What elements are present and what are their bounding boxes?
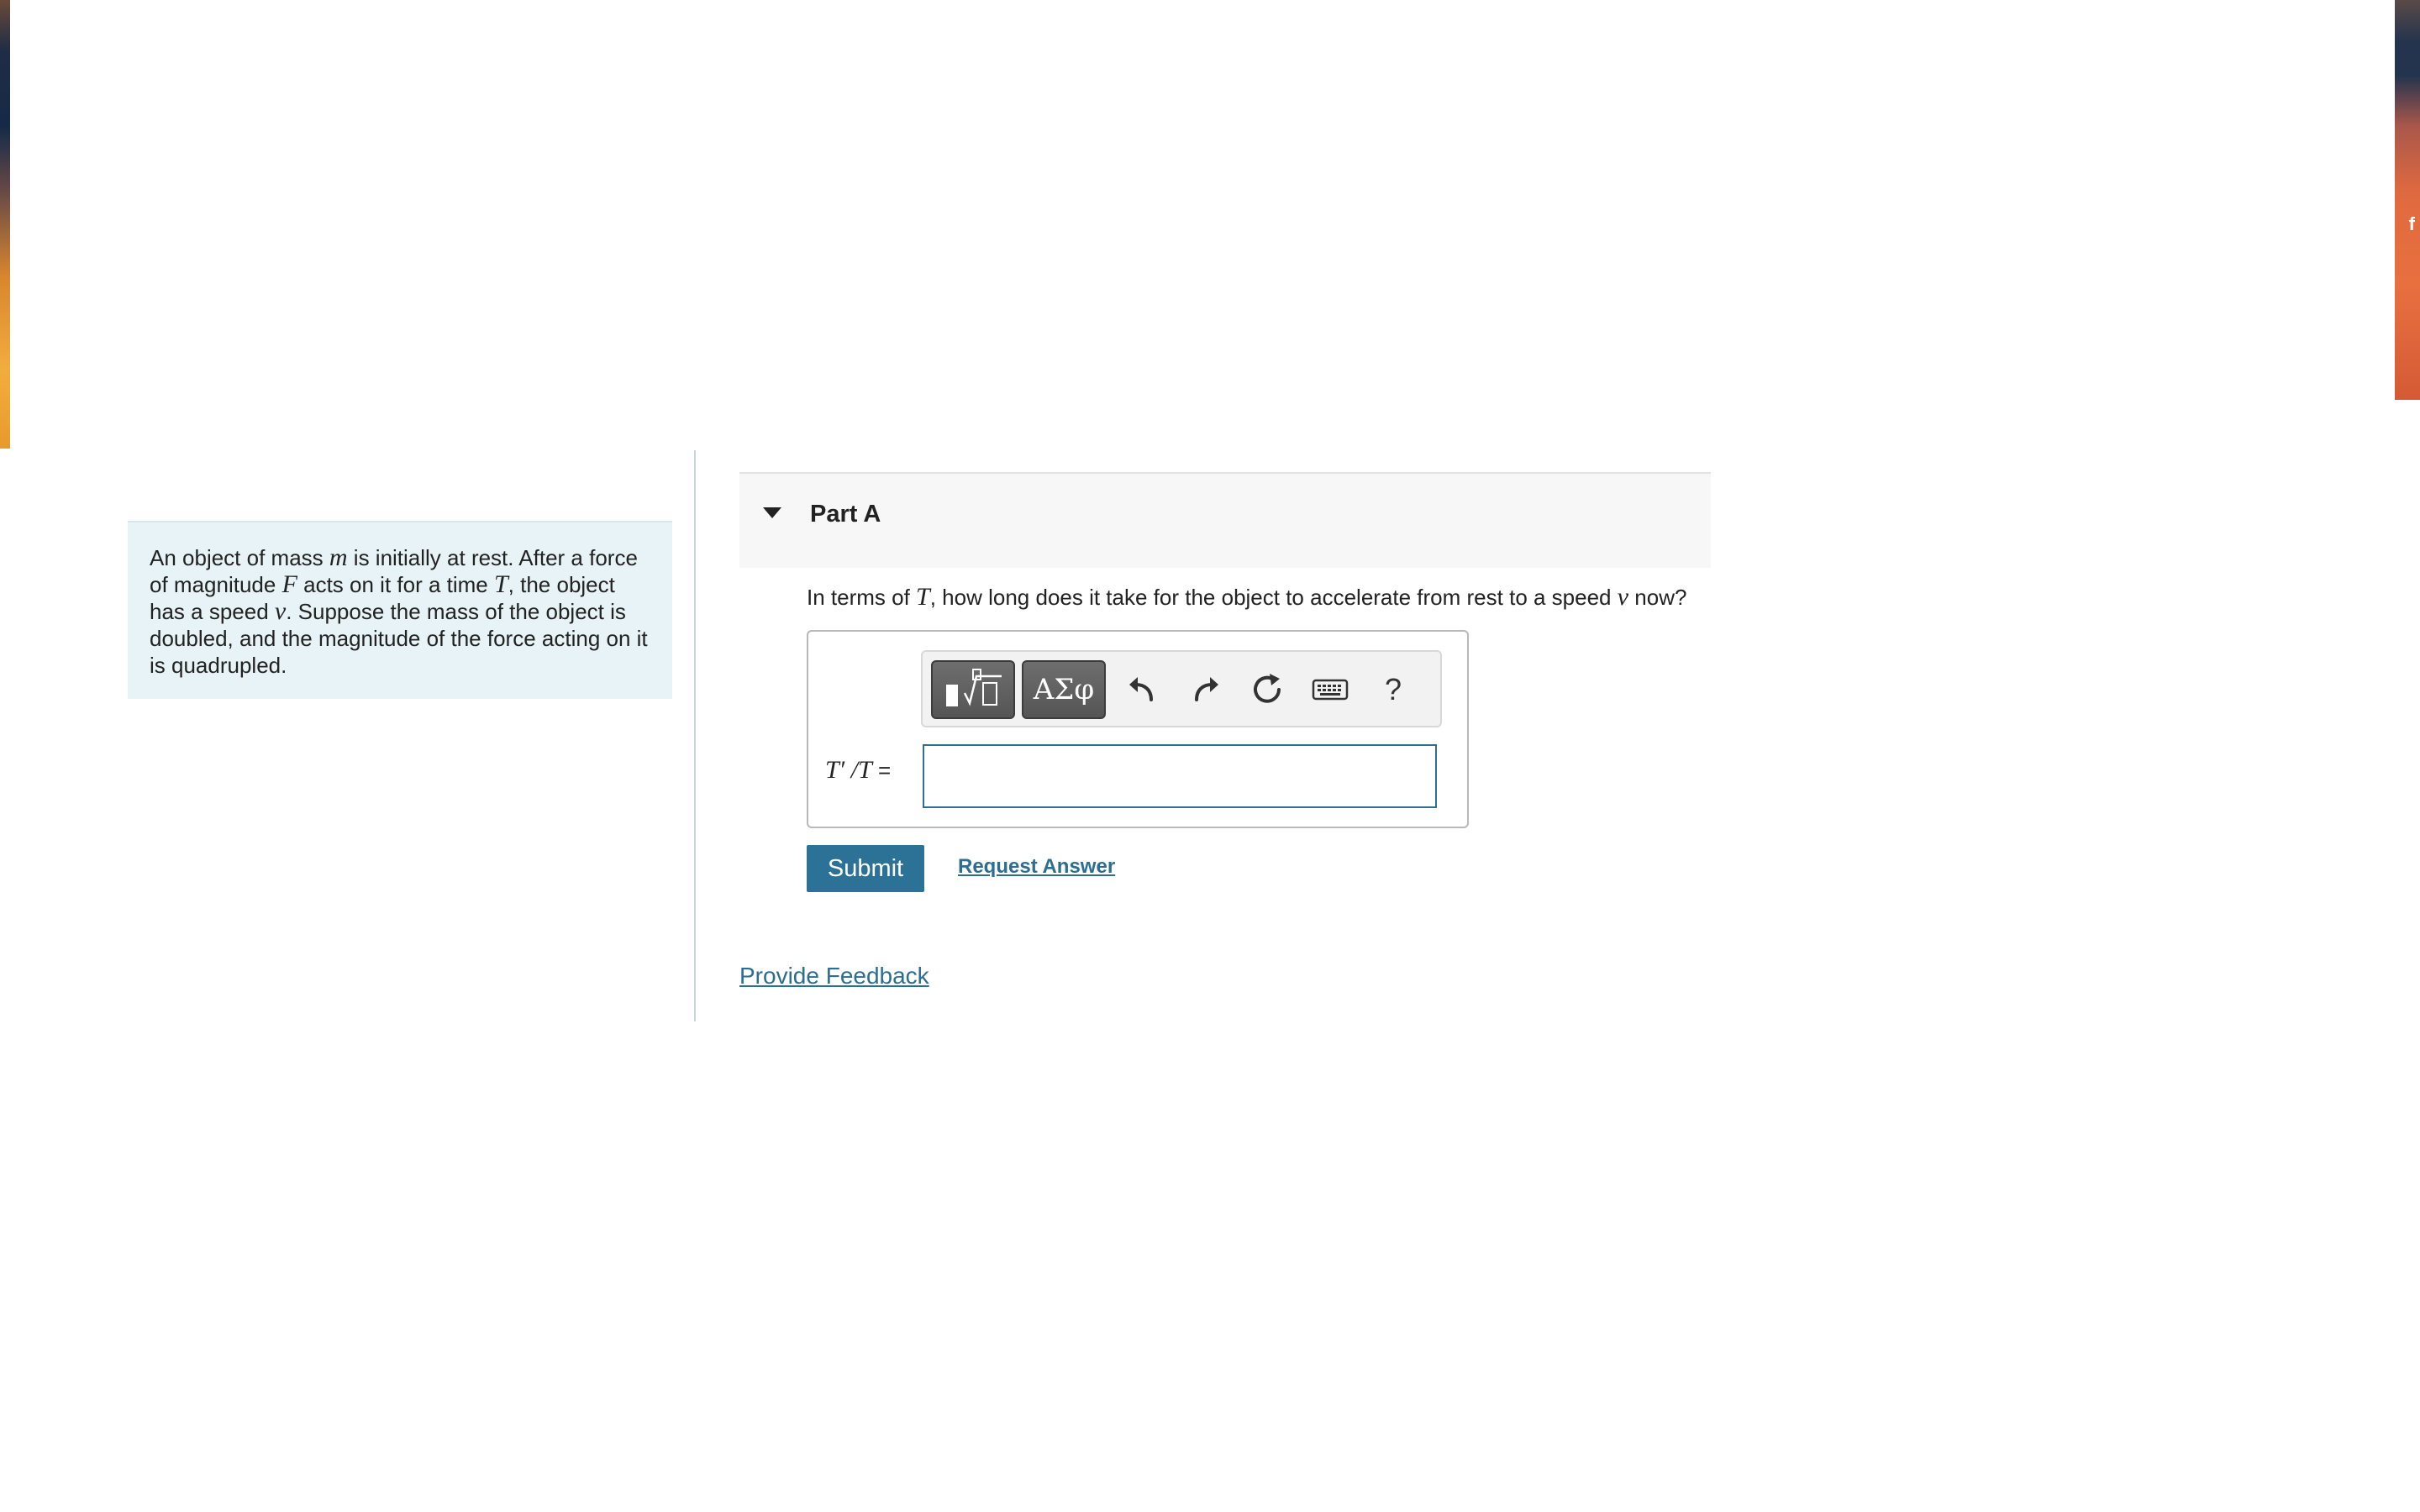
math-toolbar: ΑΣφ ? (921, 650, 1442, 727)
provide-feedback-link[interactable]: Provide Feedback (739, 963, 929, 990)
vertical-divider (694, 450, 696, 1021)
problem-context: An object of mass m is initially at rest… (128, 521, 672, 699)
right-background-strip: f (2395, 0, 2420, 400)
left-background-strip (0, 0, 10, 449)
redo-icon (1195, 677, 1218, 701)
question-text-seg: now? (1628, 585, 1687, 610)
context-text: An object of mass (150, 545, 329, 570)
greek-symbols-button[interactable]: ΑΣφ (1022, 660, 1106, 719)
answer-input[interactable] (923, 744, 1437, 808)
var-m: m (329, 543, 348, 571)
request-answer-link[interactable]: Request Answer (958, 855, 1115, 879)
reset-icon (1254, 674, 1281, 703)
answer-label-eq: = (871, 758, 892, 783)
right-strip-glyph: f (2408, 213, 2415, 234)
keyboard-icon (1312, 679, 1349, 701)
submit-button[interactable]: Submit (807, 845, 924, 892)
var-v: v (274, 597, 287, 625)
templates-icon (946, 669, 1002, 706)
question-text-seg: In terms of (807, 585, 917, 610)
part-a-header[interactable]: Part A (739, 472, 1711, 568)
undo-button[interactable] (1118, 660, 1168, 719)
reset-button[interactable] (1242, 660, 1292, 719)
redo-button[interactable] (1180, 660, 1230, 719)
var-T: T (493, 570, 508, 598)
question-text-seg: , how long does it take for the object t… (929, 585, 1618, 610)
undo-icon (1129, 677, 1153, 701)
answer-label: T′ /T = (825, 756, 891, 785)
part-title: Part A (810, 501, 881, 528)
keyboard-button[interactable] (1304, 660, 1356, 719)
context-text: acts on it for a time (297, 572, 494, 597)
caret-down-icon[interactable] (763, 507, 781, 518)
question-var-v: v (1617, 583, 1629, 611)
answer-box: ΑΣφ ? T′ /T = (807, 630, 1469, 828)
answer-label-math: T′ /T (825, 756, 872, 784)
help-button[interactable]: ? (1368, 660, 1418, 719)
var-F: F (281, 570, 297, 598)
templates-button[interactable] (931, 660, 1015, 719)
question-var-T: T (916, 583, 930, 611)
question-text: In terms of T, how long does it take for… (807, 583, 1686, 612)
